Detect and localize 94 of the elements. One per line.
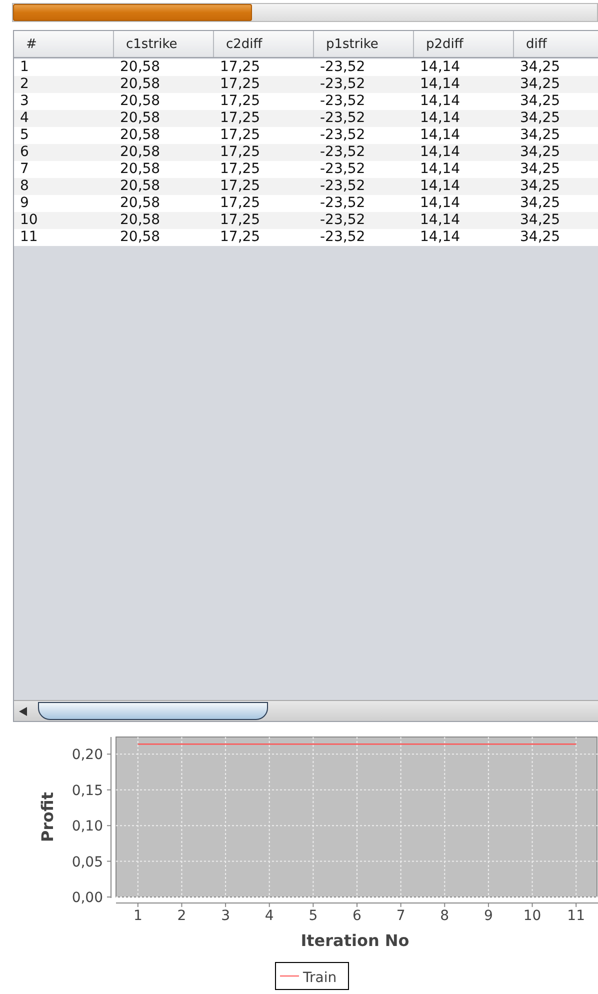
table-cell-text: 34,25	[519, 178, 562, 195]
table-cell-text: 11	[19, 229, 39, 246]
tick-label: 9	[484, 908, 493, 924]
table-cell-text: 14,14	[419, 110, 462, 127]
table-cell-text: 34,25	[519, 93, 562, 110]
tick-label: 7	[396, 908, 406, 924]
table-cell-text: 14,14	[419, 161, 462, 178]
table-cell-text: -23,52	[319, 59, 366, 76]
column-header[interactable]: diff	[514, 31, 598, 57]
table-cell-text: 34,25	[519, 195, 562, 212]
table-cell-text: 17,25	[219, 229, 262, 246]
table-cell-text: 14,14	[419, 212, 462, 229]
table-cell-text: 14,14	[419, 59, 462, 76]
table-cell-text: 14,14	[419, 178, 462, 195]
table-cell-text: 14,14	[419, 127, 462, 144]
table-cell-text: -23,52	[319, 161, 366, 178]
table-cell-text: 34,25	[519, 59, 562, 76]
tick-label: 6	[352, 908, 362, 924]
table-cell-text: 20,58	[119, 110, 162, 127]
table-cell-text: -23,52	[319, 195, 366, 212]
table-cell-text: 20,58	[119, 127, 162, 144]
table-cell-text: -23,52	[319, 144, 366, 161]
table-cell-text: 14,14	[419, 229, 462, 246]
table-cell-text: -23,52	[319, 93, 366, 110]
table-cell-text: 14,14	[419, 144, 462, 161]
tick-label: 11	[567, 908, 585, 924]
tick-label: 0,20	[72, 747, 103, 764]
column-header[interactable]: c2diff	[214, 31, 314, 57]
table-cell-text: 20,58	[119, 195, 162, 212]
table-cell-text: 17,25	[219, 76, 262, 93]
tick-label: 3	[221, 908, 230, 924]
table-cell-text: 20,58	[119, 144, 162, 161]
table-cell-text: 7	[19, 161, 30, 178]
table-cell-text: 17,25	[219, 195, 262, 212]
table-cell-text: 17,25	[219, 93, 262, 110]
tick-label: 5	[308, 908, 318, 924]
column-header[interactable]: c1strike	[114, 31, 214, 57]
table-cell-text: -23,52	[319, 110, 366, 127]
tick-label: 0,15	[72, 782, 103, 799]
table-cell-text: 17,25	[219, 59, 262, 76]
table-cell-text: 6	[19, 144, 30, 161]
tick-label: 4	[264, 908, 274, 924]
table-cell-text: 34,25	[519, 212, 562, 229]
table-cell-text: 17,25	[219, 144, 262, 161]
table-cell-text: -23,52	[319, 229, 366, 246]
tick-label: 1	[133, 908, 142, 924]
table-cell-text: 34,25	[519, 110, 562, 127]
table-cell-text: 1	[19, 59, 30, 76]
scroll-left-icon[interactable]	[19, 706, 28, 716]
axis-title: Iteration No	[300, 931, 410, 950]
table-cell-text: 17,25	[219, 161, 262, 178]
table-cell-text: 9	[19, 195, 30, 212]
tick-label: 0,05	[72, 854, 103, 870]
column-header[interactable]: p1strike	[314, 31, 414, 57]
table-cell-text: 20,58	[119, 161, 162, 178]
table-cell-text: 20,58	[119, 59, 162, 76]
table-cell-text: 34,25	[519, 144, 562, 161]
table-cell-text: 34,25	[519, 229, 562, 246]
table-cell-text: 34,25	[519, 127, 562, 144]
table-cell-text: -23,52	[319, 127, 366, 144]
table-cell-text: -23,52	[319, 76, 366, 93]
table-cell-text: 10	[19, 212, 39, 229]
table-cell-text: 20,58	[119, 229, 162, 246]
tick-label: 2	[177, 908, 186, 924]
table-cell-text: -23,52	[319, 212, 366, 229]
table-cell-text: 17,25	[219, 127, 262, 144]
table-cell-text: 20,58	[119, 93, 162, 110]
table-cell-text: 34,25	[519, 161, 562, 178]
table-cell-text: 14,14	[419, 93, 462, 110]
table-cell-text: 3	[19, 93, 30, 110]
column-header[interactable]: #	[14, 31, 114, 57]
table-cell-text: 20,58	[119, 212, 162, 229]
table-cell-text: 17,25	[219, 110, 262, 127]
tick-label: 8	[440, 908, 450, 924]
table-cell-text: 20,58	[119, 178, 162, 195]
table-cell-text: 4	[19, 110, 30, 127]
tick-label: 0,00	[72, 890, 103, 906]
axis-title: Profit	[38, 792, 57, 842]
tick-label: 10	[523, 908, 542, 924]
table-cell-text: -23,52	[319, 178, 366, 195]
table-cell-text: 17,25	[219, 178, 262, 195]
table-cell-text: 14,14	[419, 195, 462, 212]
scrollbar-thumb[interactable]	[38, 702, 268, 720]
table-cell-text: 14,14	[419, 76, 462, 93]
table-cell-text: 17,25	[219, 212, 262, 229]
table-cell-text: 8	[19, 178, 30, 195]
legend-label: Train	[303, 970, 337, 986]
table-cell-text: 34,25	[519, 76, 562, 93]
column-header[interactable]: p2diff	[414, 31, 514, 57]
table-cell-text: 20,58	[119, 76, 162, 93]
tick-label: 0,10	[72, 818, 103, 835]
table-cell-text: 2	[19, 76, 30, 93]
horizontal-scrollbar[interactable]	[14, 700, 598, 721]
table-cell-text: 5	[19, 127, 30, 144]
